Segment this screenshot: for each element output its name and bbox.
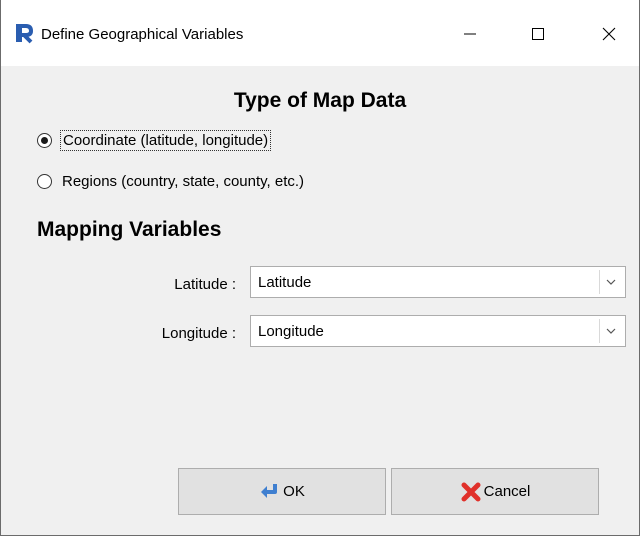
maximize-icon [532, 28, 544, 40]
mapping-variables-heading: Mapping Variables [37, 218, 222, 241]
latitude-select[interactable]: Latitude [250, 266, 626, 298]
radio-coordinate-label[interactable]: Coordinate (latitude, longitude) [59, 130, 272, 151]
radio-regions[interactable]: Regions (country, state, county, etc.) [37, 173, 304, 190]
close-icon [602, 27, 616, 41]
cancel-button-label: Cancel [483, 483, 531, 500]
chevron-down-icon [606, 328, 616, 334]
latitude-select-value: Latitude [258, 274, 312, 291]
latitude-dropdown-button[interactable] [599, 270, 622, 294]
red-x-icon [461, 482, 481, 501]
radio-regions-button[interactable] [37, 174, 52, 189]
radio-coordinate-button[interactable] [37, 133, 52, 148]
latitude-label: Latitude : [174, 276, 236, 293]
ok-button-label: OK [283, 483, 305, 500]
radio-regions-label[interactable]: Regions (country, state, county, etc.) [62, 173, 304, 190]
map-type-heading: Type of Map Data [233, 89, 407, 112]
r-logo-icon [16, 24, 34, 44]
longitude-label: Longitude : [161, 325, 236, 342]
maximize-button[interactable] [515, 14, 561, 54]
minimize-button[interactable] [447, 14, 493, 54]
chevron-down-icon [606, 279, 616, 285]
dialog-content: Type of Map Data Coordinate (latitude, l… [1, 66, 639, 535]
return-arrow-icon [261, 483, 278, 498]
window-title: Define Geographical Variables [41, 26, 244, 43]
minimize-icon [464, 33, 476, 35]
ok-button[interactable]: OK [178, 468, 386, 515]
close-button[interactable] [586, 14, 632, 54]
longitude-select[interactable]: Longitude [250, 315, 626, 347]
cancel-button[interactable]: Cancel [391, 468, 599, 515]
radio-coordinate[interactable]: Coordinate (latitude, longitude) [37, 130, 272, 151]
dialog-window: Define Geographical Variables Type of Ma… [0, 0, 640, 536]
title-bar[interactable]: Define Geographical Variables [1, 0, 639, 66]
longitude-dropdown-button[interactable] [599, 319, 622, 343]
longitude-select-value: Longitude [258, 323, 324, 340]
